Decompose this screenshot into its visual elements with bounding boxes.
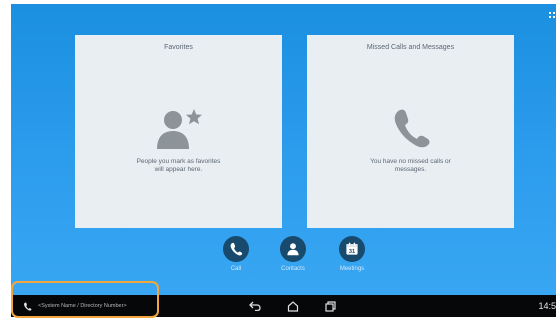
calendar-day: 31: [349, 249, 355, 255]
phone-icon: [223, 236, 249, 262]
apps-grid-icon[interactable]: [549, 12, 556, 19]
recent-apps-icon[interactable]: [325, 300, 336, 312]
favorites-card[interactable]: Favorites People you mark as favorites w…: [75, 35, 282, 228]
missed-calls-card[interactable]: Missed Calls and Messages You have no mi…: [307, 35, 514, 228]
missed-calls-message: You have no missed calls or messages.: [370, 158, 451, 173]
favorites-message: People you mark as favorites will appear…: [136, 158, 221, 173]
contacts-label: Contacts: [281, 266, 305, 272]
call-button[interactable]: Call: [211, 236, 261, 272]
home-icon[interactable]: [287, 300, 299, 312]
person-icon: [280, 236, 306, 262]
favorites-title: Favorites: [164, 44, 193, 51]
clock: 14:5: [538, 301, 556, 311]
nav-buttons: [249, 295, 336, 317]
annotation-highlight: [11, 281, 159, 318]
person-star-icon: [75, 105, 282, 158]
phone-icon: [307, 107, 514, 154]
missed-calls-title: Missed Calls and Messages: [366, 44, 455, 51]
back-icon[interactable]: [249, 301, 261, 311]
meetings-button[interactable]: 31 Meetings: [327, 236, 377, 272]
calendar-icon: 31: [339, 236, 365, 262]
meetings-label: Meetings: [339, 266, 365, 272]
call-label: Call: [230, 266, 242, 272]
home-screen: Favorites People you mark as favorites w…: [11, 4, 556, 317]
contacts-button[interactable]: Contacts: [268, 236, 318, 272]
